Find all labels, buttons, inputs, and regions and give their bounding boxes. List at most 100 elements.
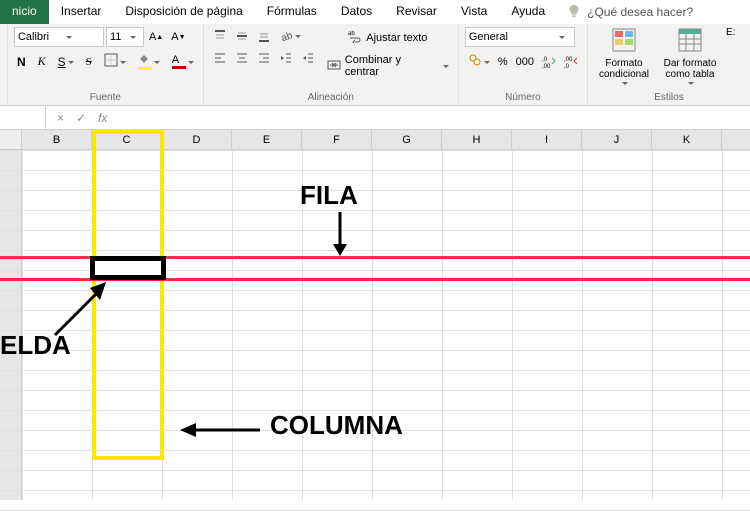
italic-button[interactable]: K [35, 52, 49, 71]
bucket-icon [138, 54, 152, 70]
accounting-format-button[interactable] [465, 51, 493, 72]
align-top-button[interactable] [210, 27, 230, 45]
insert-function-button[interactable]: fx [95, 109, 110, 127]
col-header-c[interactable]: C [92, 130, 162, 149]
font-name-combo[interactable] [14, 27, 104, 47]
ribbon-tabs: nicio Insertar Disposición de página Fór… [0, 0, 750, 24]
col-header-b[interactable]: B [22, 130, 92, 149]
align-middle-button[interactable] [232, 27, 252, 45]
table-icon [677, 27, 703, 58]
fila-arrow-icon [330, 212, 350, 256]
percent-button[interactable]: % [495, 54, 511, 70]
tell-me-search[interactable]: ¿Qué desea hacer? [557, 0, 703, 24]
wrap-text-button[interactable]: ab Ajustar texto [324, 27, 452, 48]
col-header-g[interactable]: G [372, 130, 442, 149]
font-size-combo[interactable] [106, 27, 144, 47]
align-left-button[interactable] [210, 49, 230, 67]
name-box[interactable] [0, 106, 46, 129]
bold-button[interactable]: N [14, 53, 29, 71]
tab-vista[interactable]: Vista [449, 0, 499, 24]
columna-arrow-icon [180, 420, 260, 440]
group-numero: % 000 ,0,00 ,00,0 Número [459, 24, 588, 105]
formula-bar: × ✓ fx [0, 106, 750, 130]
row-highlight-top [0, 256, 750, 259]
col-header-f[interactable]: F [302, 130, 372, 149]
conditional-formatting-label: Formato condicional [594, 58, 654, 80]
fill-color-button[interactable] [135, 52, 163, 72]
font-name-input[interactable] [18, 31, 64, 43]
borders-icon [104, 53, 118, 70]
number-format-input[interactable] [469, 31, 557, 43]
cell-styles-button[interactable]: E: [726, 27, 744, 38]
borders-button[interactable] [101, 51, 129, 72]
col-header-i[interactable]: I [512, 130, 582, 149]
group-label-numero: Número [465, 90, 581, 105]
group-fuente: A▲ A▼ N K S S A [8, 24, 204, 105]
increase-indent-button[interactable] [298, 49, 318, 67]
tab-datos[interactable]: Datos [329, 0, 384, 24]
increase-font-button[interactable]: A▲ [146, 29, 166, 45]
fila-label: FILA [300, 180, 358, 211]
align-right-button[interactable] [254, 49, 274, 67]
conditional-formatting-icon [611, 27, 637, 58]
row-headers[interactable] [0, 150, 22, 500]
svg-text:,0: ,0 [542, 57, 548, 63]
currency-icon [468, 53, 482, 70]
tab-disposicion[interactable]: Disposición de página [113, 0, 254, 24]
cancel-entry-button[interactable]: × [54, 109, 67, 127]
format-as-table-label: Dar formato como tabla [660, 58, 720, 80]
merge-icon [327, 58, 341, 75]
align-center-button[interactable] [232, 49, 252, 67]
decrease-indent-button[interactable] [276, 49, 296, 67]
comma-style-button[interactable]: 000 [513, 54, 537, 70]
confirm-entry-button[interactable]: ✓ [73, 109, 89, 127]
wrap-text-icon: ab [348, 29, 362, 46]
increase-decimal-button[interactable]: ,0,00 [539, 53, 559, 71]
number-format-combo[interactable] [465, 27, 575, 47]
merge-label: Combinar y centrar [345, 54, 437, 78]
decrease-decimal-button[interactable]: ,00,0 [561, 53, 581, 71]
col-header-j[interactable]: J [582, 130, 652, 149]
col-header-h[interactable]: H [442, 130, 512, 149]
svg-text:ab: ab [348, 31, 355, 37]
tab-ayuda[interactable]: Ayuda [499, 0, 557, 24]
decrease-font-button[interactable]: A▼ [168, 29, 188, 45]
tab-formulas[interactable]: Fórmulas [255, 0, 329, 24]
tab-revisar[interactable]: Revisar [384, 0, 449, 24]
group-label-fuente: Fuente [14, 90, 197, 105]
tab-inicio[interactable]: nicio [0, 0, 49, 24]
cell-highlight [90, 256, 166, 280]
font-color-button[interactable]: A [169, 53, 197, 71]
svg-text:,0: ,0 [564, 64, 570, 69]
col-header-d[interactable]: D [162, 130, 232, 149]
col-header-e[interactable]: E [232, 130, 302, 149]
tell-me-label: ¿Qué desea hacer? [587, 5, 693, 19]
row-highlight-bottom [0, 278, 750, 281]
column-headers: B C D E F G H I J K [0, 130, 750, 150]
font-color-icon: A [172, 55, 186, 69]
tab-insertar[interactable]: Insertar [49, 0, 114, 24]
select-all-corner[interactable] [0, 130, 22, 149]
svg-text:,00: ,00 [542, 64, 551, 69]
ribbon: A▲ A▼ N K S S A [0, 24, 750, 106]
cell-styles-label: E: [726, 27, 735, 38]
strikethrough-button[interactable]: S [83, 54, 95, 70]
columna-label: COLUMNA [270, 410, 403, 441]
format-as-table-button[interactable]: Dar formato como tabla [660, 27, 720, 86]
group-label-alineacion: Alineación [210, 90, 452, 105]
conditional-formatting-button[interactable]: Formato condicional [594, 27, 654, 86]
orientation-button[interactable]: ab [276, 27, 304, 45]
font-size-input[interactable] [110, 31, 128, 43]
merge-center-button[interactable]: Combinar y centrar [324, 52, 452, 80]
svg-text:ab: ab [280, 30, 293, 43]
group-alineacion: ab ab Ajustar texto Combinar y centr [204, 24, 459, 105]
group-label-estilos: Estilos [594, 90, 744, 105]
align-bottom-button[interactable] [254, 27, 274, 45]
group-estilos: Formato condicional Dar formato como tab… [588, 24, 750, 105]
formula-input[interactable] [118, 106, 750, 129]
svg-text:,00: ,00 [564, 57, 573, 63]
wrap-text-label: Ajustar texto [366, 32, 427, 44]
col-header-k[interactable]: K [652, 130, 722, 149]
underline-button[interactable]: S [55, 53, 77, 71]
spreadsheet-grid[interactable]: B C D E F G H I J K FILA COLUMNA ELDA [0, 130, 750, 500]
